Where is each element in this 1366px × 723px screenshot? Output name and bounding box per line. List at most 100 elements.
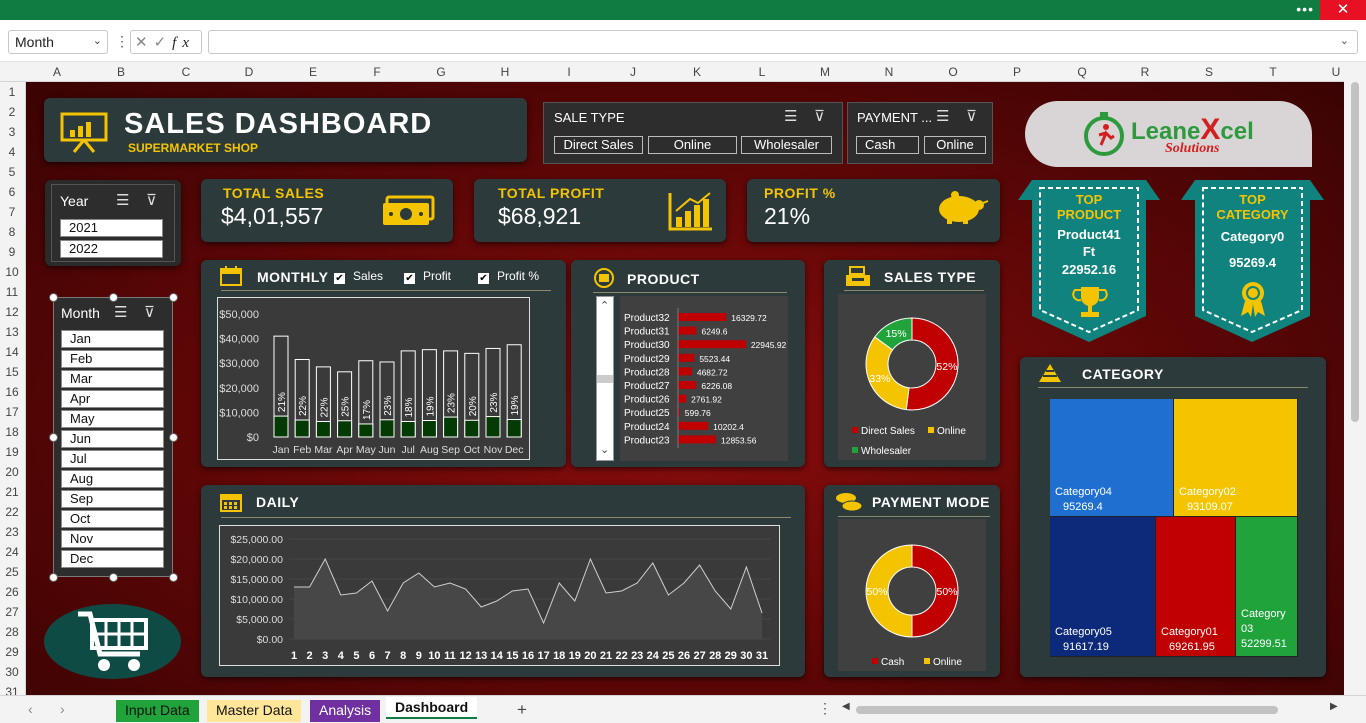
slicer-item-month[interactable]: May [61,410,164,428]
column-header[interactable]: R [1135,65,1155,79]
column-header[interactable]: A [47,65,67,79]
year-slicer[interactable]: Year ☰ ⊽ 2021 2022 [51,184,175,262]
column-header[interactable]: I [559,65,579,79]
slicer-item-month[interactable]: Aug [61,470,164,488]
horizontal-scrollbar[interactable]: ◀ ▶ [842,701,1342,716]
slicer-item-month[interactable]: Oct [61,510,164,528]
legend-checkbox[interactable]: ✔ Profit % [478,269,539,284]
expand-icon[interactable]: ⌄ [1340,34,1349,47]
resize-handle[interactable] [49,573,58,582]
chevron-down-icon[interactable]: ⌄ [93,34,102,47]
slicer-item-cash[interactable]: Cash [856,136,919,154]
sheet-tab[interactable]: Master Data [207,700,302,722]
slicer-item-online[interactable]: Online [924,136,986,154]
row-header[interactable]: 8 [0,225,24,239]
row-header[interactable]: 25 [0,565,24,579]
next-sheet-icon[interactable]: › [60,701,65,717]
resize-handle[interactable] [169,573,178,582]
row-header[interactable]: 28 [0,625,24,639]
row-header[interactable]: 9 [0,245,24,259]
row-header[interactable]: 6 [0,185,24,199]
column-header[interactable]: C [176,65,196,79]
slicer-item-month[interactable]: Nov [61,530,164,548]
resize-handle[interactable] [49,293,58,302]
resize-handle[interactable] [109,573,118,582]
slicer-item-online[interactable]: Online [648,136,737,154]
fx-icon[interactable]: fx [172,35,195,51]
scroll-thumb[interactable] [1351,82,1359,422]
row-header[interactable]: 23 [0,525,24,539]
row-header[interactable]: 29 [0,645,24,659]
column-header[interactable]: M [815,65,835,79]
enter-icon[interactable]: ✓ [154,34,173,51]
row-header[interactable]: 26 [0,585,24,599]
row-header[interactable]: 11 [0,285,24,299]
scroll-thumb[interactable] [856,706,1278,714]
row-header[interactable]: 18 [0,425,24,439]
row-header[interactable]: 24 [0,545,24,559]
monthly-chart[interactable]: $50,000 $40,000 $30,000 $20,000 $10,000 $0 21%… [217,297,530,460]
column-header[interactable]: K [687,65,707,79]
column-header[interactable]: D [239,65,259,79]
row-header[interactable]: 27 [0,605,24,619]
column-header[interactable]: J [623,65,643,79]
clear-filter-icon[interactable]: ⊽ [966,107,977,125]
row-header[interactable]: 5 [0,165,24,179]
column-header[interactable]: U [1326,65,1346,79]
multi-select-icon[interactable]: ☰ [116,191,129,209]
row-header[interactable]: 30 [0,665,24,679]
clear-filter-icon[interactable]: ⊽ [146,191,157,209]
resize-handle[interactable] [169,293,178,302]
payment-mode-donut[interactable]: 50% 50% Cash Online [838,519,986,671]
daily-chart[interactable]: $25,000.00 $20,000.00 $15,000.00 $10,000.00… [219,525,803,675]
vertical-scrollbar[interactable] [1344,62,1366,695]
column-header[interactable]: P [1007,65,1027,79]
clear-filter-icon[interactable]: ⊽ [814,107,825,125]
row-header[interactable]: 21 [0,485,24,499]
category-treemap[interactable]: Category04 95269.4 Category02 93109.07 Categ… [1050,399,1298,657]
scroll-up-icon[interactable]: ⌃ [600,299,609,312]
treemap-cell[interactable]: Category05 91617.19 [1050,517,1155,656]
column-header[interactable]: N [879,65,899,79]
close-icon[interactable]: ✕ [1320,0,1366,20]
treemap-cell[interactable]: Category01 69261.95 [1156,517,1235,656]
more-icon[interactable]: ⋮ [115,33,129,50]
slicer-item-wholesaler[interactable]: Wholesaler [741,136,832,154]
clear-filter-icon[interactable]: ⊽ [144,303,155,321]
treemap-cell[interactable]: Category02 93109.07 [1174,399,1297,516]
row-header[interactable]: 14 [0,345,24,359]
slicer-item-month[interactable]: Feb [61,350,164,368]
row-header[interactable]: 20 [0,465,24,479]
row-header[interactable]: 12 [0,305,24,319]
row-header[interactable]: 1 [0,85,24,99]
row-header[interactable]: 19 [0,445,24,459]
column-header[interactable]: S [1199,65,1219,79]
row-header[interactable]: 15 [0,365,24,379]
slicer-item-month[interactable]: Mar [61,370,164,388]
more-icon[interactable]: ⋮ [818,700,832,717]
row-header[interactable]: 22 [0,505,24,519]
formula-input[interactable]: ⌄ [208,30,1358,54]
slicer-item-month[interactable]: Apr [61,390,164,408]
more-options-icon[interactable]: ••• [1296,1,1314,17]
sheet-tab[interactable]: Dashboard [386,697,478,719]
sheet-tab[interactable]: Analysis [310,700,381,722]
multi-select-icon[interactable]: ☰ [784,107,797,125]
column-header[interactable]: F [367,65,387,79]
slicer-item-month[interactable]: Jul [61,450,164,468]
row-header[interactable]: 10 [0,265,24,279]
legend-checkbox[interactable]: ✔ Profit [404,269,451,284]
column-header[interactable]: O [943,65,963,79]
name-box[interactable]: Month ⌄ [8,30,108,54]
row-header[interactable]: 3 [0,125,24,139]
row-header[interactable]: 16 [0,385,24,399]
resize-handle[interactable] [169,433,178,442]
row-header[interactable]: 2 [0,105,24,119]
treemap-cell[interactable]: Category03 52299.51 [1236,517,1297,656]
column-header[interactable]: E [303,65,323,79]
sales-type-donut[interactable]: 52% 33% 15% Direct Sales Online Wholesaler [838,294,986,460]
slicer-item-month[interactable]: Jan [61,330,164,348]
row-header[interactable]: 17 [0,405,24,419]
resize-handle[interactable] [49,433,58,442]
checkbox-check-icon[interactable]: ✔ [334,273,345,284]
